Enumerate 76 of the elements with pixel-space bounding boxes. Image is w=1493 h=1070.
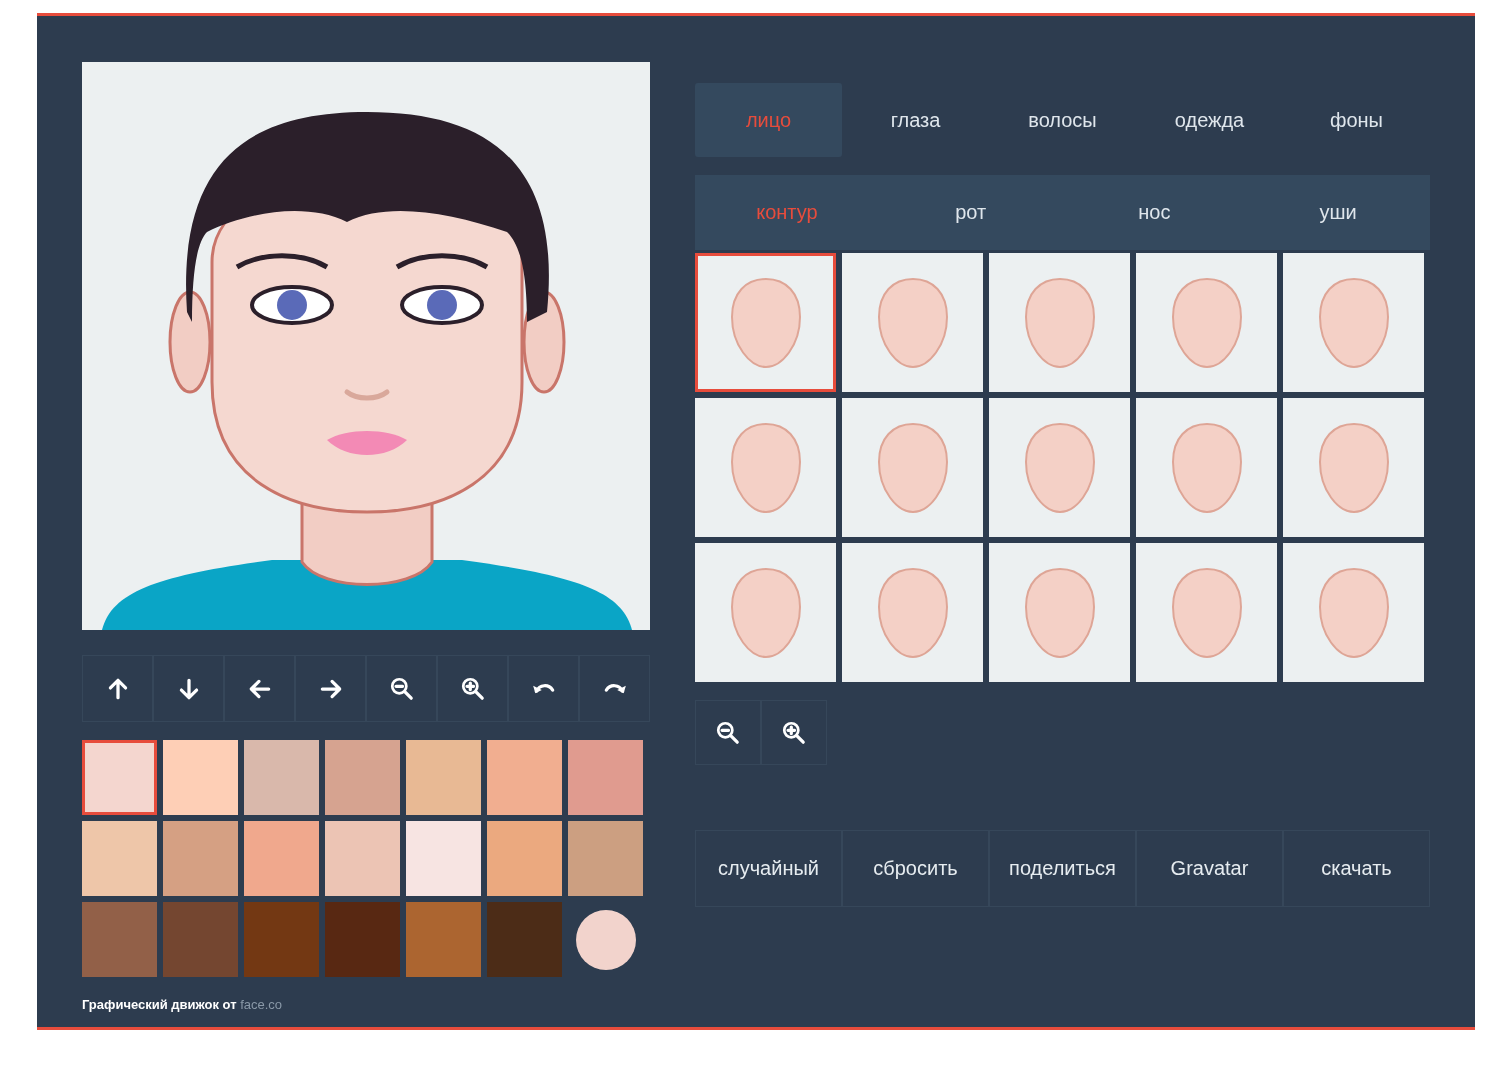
subcategory-tab[interactable]: нос bbox=[1062, 175, 1247, 250]
face-outline-icon bbox=[1317, 566, 1390, 659]
color-swatch[interactable] bbox=[163, 821, 238, 896]
face-outline-icon bbox=[1317, 276, 1390, 369]
zoom-in-icon bbox=[459, 675, 486, 702]
toolbar-button[interactable] bbox=[153, 655, 224, 722]
action-button[interactable]: случайный bbox=[695, 830, 842, 907]
color-swatch[interactable] bbox=[244, 740, 319, 815]
color-swatch[interactable] bbox=[487, 821, 562, 896]
toolbar-button[interactable] bbox=[437, 655, 508, 722]
face-shape-option[interactable] bbox=[1136, 253, 1277, 392]
color-swatch[interactable] bbox=[82, 740, 157, 815]
color-swatch[interactable] bbox=[163, 902, 238, 977]
face-shape-option[interactable] bbox=[1283, 398, 1424, 537]
color-swatch[interactable] bbox=[82, 902, 157, 977]
action-button[interactable]: поделиться bbox=[989, 830, 1136, 907]
zoom-button[interactable] bbox=[761, 700, 827, 765]
face-outline-icon bbox=[1023, 421, 1096, 514]
face-shape-option[interactable] bbox=[842, 253, 983, 392]
face-outline-icon bbox=[876, 566, 949, 659]
zoom-in-icon bbox=[781, 719, 807, 746]
color-swatch[interactable] bbox=[325, 902, 400, 977]
color-swatch[interactable] bbox=[406, 821, 481, 896]
face-outline-icon bbox=[1023, 276, 1096, 369]
face-shape-option[interactable] bbox=[1283, 543, 1424, 682]
footer-text: Графический движок от bbox=[82, 997, 237, 1012]
toolbar-button[interactable] bbox=[224, 655, 295, 722]
engine-link[interactable]: face.co bbox=[240, 997, 283, 1012]
face-shape-option[interactable] bbox=[1136, 543, 1277, 682]
face-shape-option[interactable] bbox=[842, 543, 983, 682]
zoom-button[interactable] bbox=[695, 700, 761, 765]
face-outline-icon bbox=[729, 276, 802, 369]
face-shape-option[interactable] bbox=[989, 398, 1130, 537]
category-tab[interactable]: одежда bbox=[1136, 83, 1283, 157]
color-swatch[interactable] bbox=[406, 902, 481, 977]
face-outline-icon bbox=[1317, 421, 1390, 514]
action-button[interactable]: сбросить bbox=[842, 830, 989, 907]
face-outline-icon bbox=[1170, 421, 1243, 514]
face-outline-icon bbox=[729, 421, 802, 514]
face-outline-icon bbox=[876, 276, 949, 369]
category-tab[interactable]: фоны bbox=[1283, 83, 1430, 157]
action-button[interactable]: скачать bbox=[1283, 830, 1430, 907]
zoom-out-icon bbox=[388, 675, 415, 702]
face-shape-option[interactable] bbox=[1283, 253, 1424, 392]
face-outline-icon bbox=[1170, 566, 1243, 659]
zoom-out-icon bbox=[715, 719, 741, 746]
color-swatch[interactable] bbox=[568, 740, 643, 815]
face-shape-option[interactable] bbox=[1136, 398, 1277, 537]
color-swatch[interactable] bbox=[487, 902, 562, 977]
color-swatch[interactable] bbox=[325, 821, 400, 896]
toolbar-button[interactable] bbox=[366, 655, 437, 722]
toolbar-button[interactable] bbox=[295, 655, 366, 722]
color-swatch[interactable] bbox=[487, 740, 562, 815]
face-outline-icon bbox=[1023, 566, 1096, 659]
color-swatch[interactable] bbox=[325, 740, 400, 815]
face-shape-option[interactable] bbox=[695, 253, 836, 392]
subcategory-tab[interactable]: уши bbox=[1246, 175, 1430, 250]
toolbar-button[interactable] bbox=[82, 655, 153, 722]
face-outline-icon bbox=[1170, 276, 1243, 369]
color-swatch[interactable] bbox=[82, 821, 157, 896]
category-tab[interactable]: волосы bbox=[989, 83, 1136, 157]
subcategory-tab[interactable]: рот bbox=[878, 175, 1063, 250]
face-outline-icon bbox=[729, 566, 802, 659]
action-button[interactable]: Gravatar bbox=[1136, 830, 1283, 907]
face-shape-option[interactable] bbox=[842, 398, 983, 537]
face-shape-option[interactable] bbox=[989, 543, 1130, 682]
face-shape-option[interactable] bbox=[989, 253, 1130, 392]
color-swatch[interactable] bbox=[163, 740, 238, 815]
face-shape-option[interactable] bbox=[695, 543, 836, 682]
color-swatch[interactable] bbox=[244, 902, 319, 977]
face-shape-option[interactable] bbox=[695, 398, 836, 537]
color-swatch[interactable] bbox=[244, 821, 319, 896]
color-swatch[interactable] bbox=[568, 821, 643, 896]
face-outline-icon bbox=[876, 421, 949, 514]
color-swatch[interactable] bbox=[406, 740, 481, 815]
category-tab[interactable]: глаза bbox=[842, 83, 989, 157]
